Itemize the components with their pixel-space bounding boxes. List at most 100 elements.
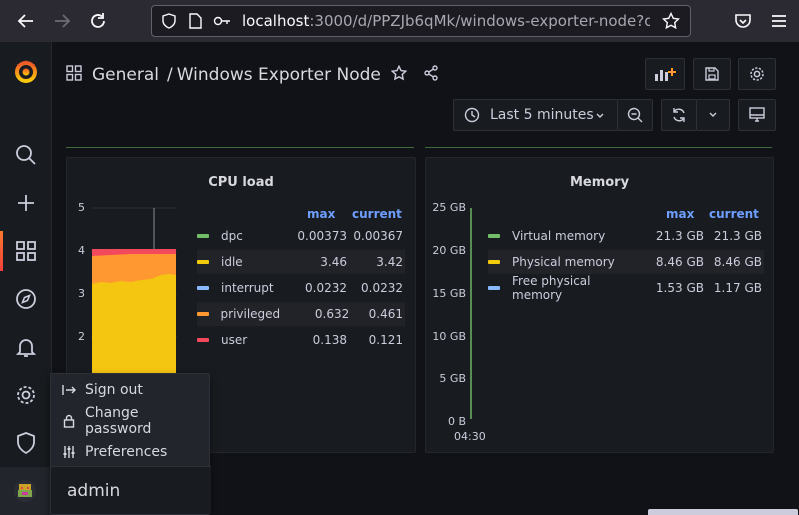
share-icon[interactable] — [423, 64, 439, 86]
menu-item-preferences[interactable]: Preferences — [61, 440, 167, 464]
side-menu — [0, 42, 52, 515]
save-dashboard-button[interactable] — [693, 58, 731, 90]
favorite-star-icon[interactable] — [390, 64, 408, 86]
menu-item-sign-out[interactable]: Sign out — [61, 378, 143, 402]
legend-col-current[interactable]: current — [709, 207, 759, 221]
series-max: 1.53 GB — [655, 281, 704, 295]
series-name[interactable]: idle — [221, 255, 275, 269]
y-tick-label: 20 GB — [432, 244, 466, 257]
back-arrow-icon[interactable] — [16, 11, 36, 31]
sliders-icon — [61, 445, 77, 459]
dashboards-icon[interactable] — [0, 231, 38, 271]
panel-title[interactable]: CPU load — [67, 175, 415, 190]
time-picker-button[interactable]: Last 5 minutes — [453, 99, 618, 131]
refresh-interval-button[interactable] — [696, 99, 730, 131]
cpu-stacked-area-chart — [91, 207, 177, 377]
address-bar[interactable]: localhost:3000/d/PPZJb6qMk/windows-expor… — [151, 5, 691, 37]
legend-col-max[interactable]: max — [307, 207, 335, 221]
shield-icon[interactable] — [161, 13, 177, 33]
series-area-idle — [92, 274, 176, 377]
series-current: 1.17 GB — [713, 281, 762, 295]
series-color-swatch[interactable] — [488, 286, 500, 290]
legend-row[interactable]: user 0.138 0.121 — [197, 328, 405, 352]
page-icon — [188, 13, 202, 33]
explore-compass-icon[interactable] — [14, 287, 38, 311]
search-icon[interactable] — [14, 143, 38, 167]
lock-icon — [61, 414, 77, 428]
clock-icon — [464, 107, 480, 123]
series-name[interactable]: user — [221, 333, 275, 347]
legend-row[interactable]: idle 3.46 3.42 — [197, 250, 405, 274]
series-max: 0.138 — [312, 333, 347, 347]
series-current: 3.42 — [376, 255, 403, 269]
series-name[interactable]: dpc — [221, 229, 275, 243]
view-mode-button[interactable] — [738, 99, 776, 131]
series-color-swatch[interactable] — [197, 260, 209, 264]
key-icon[interactable] — [213, 13, 231, 33]
series-color-swatch[interactable] — [197, 338, 209, 342]
legend-row[interactable]: Virtual memory 21.3 GB 21.3 GB — [488, 224, 764, 248]
avatar[interactable] — [14, 480, 36, 502]
legend-row[interactable]: interrupt 0.0232 0.0232 — [197, 276, 405, 300]
dashboard-settings-button[interactable] — [738, 58, 776, 90]
breadcrumb-separator: / — [167, 65, 173, 85]
add-panel-icon — [655, 68, 676, 81]
y-tick-label: 4 — [78, 244, 85, 257]
series-current: 21.3 GB — [713, 229, 762, 243]
menu-item-change-password[interactable]: Change password — [61, 405, 209, 437]
bell-alerting-icon[interactable] — [14, 335, 38, 359]
series-color-swatch[interactable] — [197, 312, 209, 316]
y-tick-label: 25 GB — [432, 201, 466, 214]
shield-admin-icon[interactable] — [14, 431, 38, 455]
grafana-logo-icon[interactable] — [12, 57, 40, 85]
series-current: 0.0232 — [361, 281, 403, 295]
legend-row[interactable]: dpc 0.00373 0.00367 — [197, 224, 405, 248]
series-name[interactable]: Free physical memory — [512, 274, 644, 302]
sign-out-icon — [61, 384, 77, 396]
menu-item-label: Sign out — [85, 382, 143, 398]
gear-icon[interactable] — [14, 383, 38, 407]
series-name[interactable]: privileged — [221, 307, 281, 321]
refresh-button[interactable] — [661, 99, 697, 131]
legend-row[interactable]: privileged 0.632 0.461 — [197, 302, 405, 326]
profile-menu: Sign out Change password Preferences adm… — [50, 373, 211, 515]
series-max: 3.46 — [320, 255, 347, 269]
monitor-icon — [749, 107, 765, 122]
series-color-swatch[interactable] — [488, 234, 500, 238]
menu-hamburger-icon[interactable] — [769, 11, 789, 31]
series-color-swatch[interactable] — [488, 260, 500, 264]
series-name[interactable]: interrupt — [221, 281, 275, 295]
bookmark-star-icon[interactable] — [661, 11, 681, 34]
plus-icon[interactable] — [14, 191, 38, 215]
gear-icon — [750, 67, 764, 81]
series-name[interactable]: Virtual memory — [512, 229, 644, 243]
y-tick-label: 15 GB — [432, 287, 466, 300]
url-text[interactable]: localhost:3000/d/PPZJb6qMk/windows-expor… — [242, 12, 650, 30]
series-color-swatch[interactable] — [197, 234, 209, 238]
profile-avatar-row[interactable] — [0, 467, 52, 515]
series-name[interactable]: Physical memory — [512, 255, 644, 269]
y-tick-label: 3 — [78, 287, 85, 300]
memory-legend: max current Virtual memory 21.3 GB 21.3 GB… — [488, 202, 764, 302]
series-max: 0.0232 — [305, 281, 347, 295]
legend-col-current[interactable]: current — [352, 207, 402, 221]
zoom-out-button[interactable] — [617, 99, 653, 131]
dashboard-grid-icon — [66, 64, 82, 86]
status-tooltip-edge — [648, 509, 798, 515]
legend-row[interactable]: Free physical memory 1.53 GB 1.17 GB — [488, 274, 764, 302]
reload-icon[interactable] — [88, 11, 108, 31]
memory-panel[interactable]: Memory 25 GB 20 GB 15 GB 10 GB 5 GB 0 B … — [425, 157, 774, 453]
legend-row[interactable]: Physical memory 8.46 GB 8.46 GB — [488, 250, 764, 274]
save-icon — [705, 67, 719, 81]
add-panel-button[interactable] — [645, 58, 685, 90]
legend-col-max[interactable]: max — [666, 207, 694, 221]
panel-title[interactable]: Memory — [426, 175, 773, 190]
y-tick-label: 10 GB — [432, 330, 466, 343]
pocket-icon[interactable] — [733, 11, 753, 31]
y-tick-label: 5 — [78, 201, 85, 214]
forward-arrow-icon[interactable] — [52, 11, 72, 31]
breadcrumb-folder[interactable]: General — [92, 65, 159, 85]
series-max: 0.632 — [314, 307, 350, 321]
series-color-swatch[interactable] — [197, 286, 209, 290]
page-title[interactable]: Windows Exporter Node — [177, 65, 381, 85]
